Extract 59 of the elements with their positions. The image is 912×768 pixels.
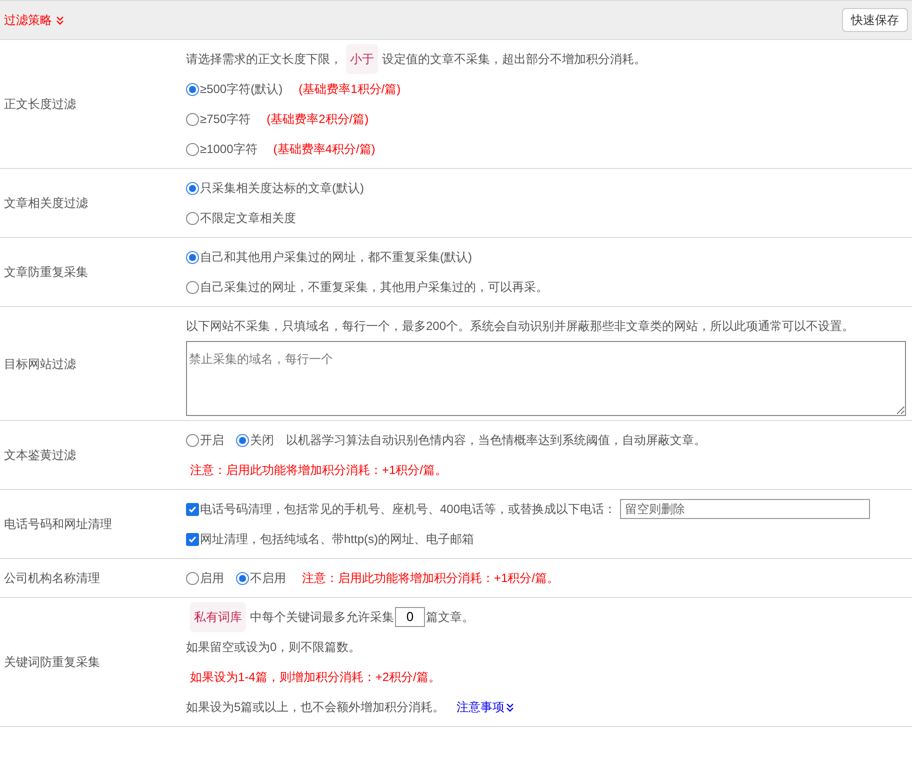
description-text: 如果设为5篇或以上，也不会额外增加积分消耗。 — [186, 699, 445, 716]
note-text: 如果设为1-4篇，则增加积分消耗：+2积分/篇。 — [190, 669, 440, 686]
field-label: 电话号码和网址清理 — [4, 516, 112, 533]
field-label: 公司机构名称清理 — [4, 570, 100, 587]
note-text: (基础费率4积分/篇) — [273, 141, 376, 158]
checkbox[interactable] — [186, 532, 199, 546]
field-label: 文本鉴黄过滤 — [4, 447, 76, 464]
field-label: 文章相关度过滤 — [4, 195, 88, 212]
description-text: 中每个关键词最多允许采集 — [250, 609, 394, 626]
description-text: 以机器学习算法自动识别色情内容，当色情概率达到系统阈值，自动屏蔽文章。 — [286, 432, 706, 449]
note-text: (基础费率1积分/篇) — [298, 81, 401, 98]
notes-link[interactable]: 注意事项 — [456, 692, 514, 722]
radio-button[interactable] — [186, 142, 199, 156]
radio-option[interactable]: 不限定文章相关度 — [186, 203, 296, 233]
field-label: 关键词防重复采集 — [4, 654, 100, 671]
description-text: 请选择需求的正文长度下限， — [186, 51, 342, 68]
radio-button[interactable] — [236, 434, 249, 446]
radio-button[interactable] — [186, 250, 199, 264]
radio-option[interactable]: 只采集相关度达标的文章(默认) — [186, 173, 364, 203]
radio-button[interactable] — [186, 280, 199, 294]
checkmark-icon — [188, 534, 197, 544]
highlight-tag: 小于 — [346, 44, 378, 74]
note-text: 注意：启用此功能将增加积分消耗：+1积分/篇。 — [190, 462, 448, 479]
radio-option[interactable]: 关闭 — [236, 425, 274, 455]
radio-button[interactable] — [186, 212, 199, 224]
double-chevron-icon — [56, 16, 64, 24]
note-text: 注意：启用此功能将增加积分消耗：+1积分/篇。 — [302, 570, 560, 587]
description-text: 篇文章。 — [426, 609, 474, 626]
radio-button[interactable] — [186, 434, 199, 446]
note-text: (基础费率2积分/篇) — [266, 111, 369, 128]
radio-button[interactable] — [186, 572, 199, 584]
highlight-tag: 私有词库 — [190, 602, 246, 632]
description-text: 设定值的文章不采集，超出部分不增加积分消耗。 — [382, 51, 646, 68]
radio-option[interactable]: ≥750字符 — [186, 104, 251, 134]
field-label: 目标网站过滤 — [4, 356, 76, 372]
checkbox-option[interactable]: 电话号码清理，包括常见的手机号、座机号、400电话等，或替换成以下电话： — [186, 494, 616, 524]
radio-option[interactable]: 自己采集过的网址，不重复采集，其他用户采集过的，可以再采。 — [186, 272, 548, 302]
radio-button[interactable] — [186, 182, 199, 194]
radio-option[interactable]: ≥1000字符 — [186, 134, 258, 164]
double-chevron-icon — [506, 702, 514, 712]
description-text: 如果留空或设为0，则不限篇数。 — [186, 639, 361, 656]
radio-option[interactable]: 开启 — [186, 425, 224, 455]
description-text: 以下网站不采集，只填域名，每行一个，最多200个。系统会自动识别并屏蔽那些非文章类的网站，所以此项通常可以不设置。 — [186, 318, 854, 335]
radio-button[interactable] — [186, 112, 199, 126]
radio-option[interactable]: 不启用 — [236, 563, 286, 593]
domain-textarea[interactable]: 禁止采集的域名，每行一个 — [186, 341, 906, 416]
checkbox-option[interactable]: 网址清理，包括纯域名、带http(s)的网址、电子邮箱 — [186, 524, 474, 554]
field-label: 文章防重复采集 — [4, 264, 88, 281]
quick-save-button[interactable]: 快速保存 — [842, 8, 908, 32]
checkbox[interactable] — [186, 502, 199, 516]
field-label: 正文长度过滤 — [4, 96, 76, 113]
count-input-field[interactable]: 0 — [395, 607, 425, 627]
phone-input-field[interactable]: 留空则删除 — [620, 499, 870, 519]
radio-option[interactable]: ≥500字符(默认) — [186, 74, 283, 104]
radio-button[interactable] — [186, 82, 199, 96]
radio-button[interactable] — [236, 572, 249, 584]
radio-option[interactable]: 启用 — [186, 563, 224, 593]
checkmark-icon — [188, 504, 197, 514]
radio-option[interactable]: 自己和其他用户采集过的网址，都不重复采集(默认) — [186, 242, 472, 272]
